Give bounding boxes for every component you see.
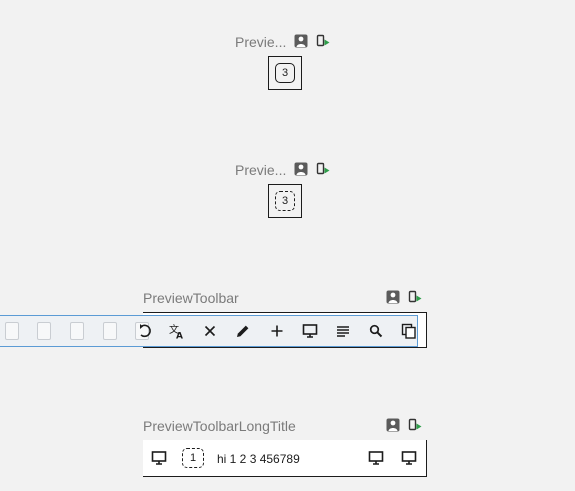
device-run-icon[interactable] [316, 162, 330, 176]
person-icon[interactable] [294, 34, 308, 48]
preview-1-badge: 3 [275, 63, 295, 83]
long-toolbar-text: hi 1 2 3 456789 [217, 452, 300, 466]
monitor-icon[interactable] [401, 450, 417, 466]
refresh-icon[interactable] [137, 323, 153, 339]
plus-icon[interactable] [269, 323, 285, 339]
person-icon[interactable] [386, 418, 400, 432]
copy-icon[interactable] [401, 323, 417, 339]
device-run-icon[interactable] [408, 418, 422, 432]
list-icon[interactable] [335, 323, 351, 339]
person-icon[interactable] [294, 162, 308, 176]
close-icon[interactable] [202, 323, 218, 339]
overflow-placeholder [103, 322, 117, 340]
person-icon[interactable] [386, 290, 400, 304]
translate-icon[interactable]: 文A [169, 323, 185, 339]
overflow-placeholder [37, 322, 51, 340]
monitor-icon[interactable] [151, 450, 167, 466]
svg-text:A: A [176, 332, 183, 340]
device-run-icon[interactable] [408, 290, 422, 304]
overflow-placeholder [5, 322, 19, 340]
monitor-icon[interactable] [368, 450, 384, 466]
preview-2-badge: 3 [275, 191, 295, 211]
monitor-icon[interactable] [302, 323, 318, 339]
preview-2-frame: 3 [268, 184, 302, 218]
preview-4-title: PreviewToolbarLongTitle [143, 418, 296, 434]
long-toolbar-badge: 1 [182, 448, 204, 468]
preview-1-frame: 3 [268, 56, 302, 90]
preview-3-title: PreviewToolbar [143, 290, 239, 306]
device-run-icon[interactable] [316, 34, 330, 48]
preview-1-title: Previe... [235, 34, 287, 50]
preview-2-title: Previe... [235, 162, 287, 178]
search-icon[interactable] [368, 323, 384, 339]
pencil-icon[interactable] [235, 323, 251, 339]
overflow-placeholder [70, 322, 84, 340]
